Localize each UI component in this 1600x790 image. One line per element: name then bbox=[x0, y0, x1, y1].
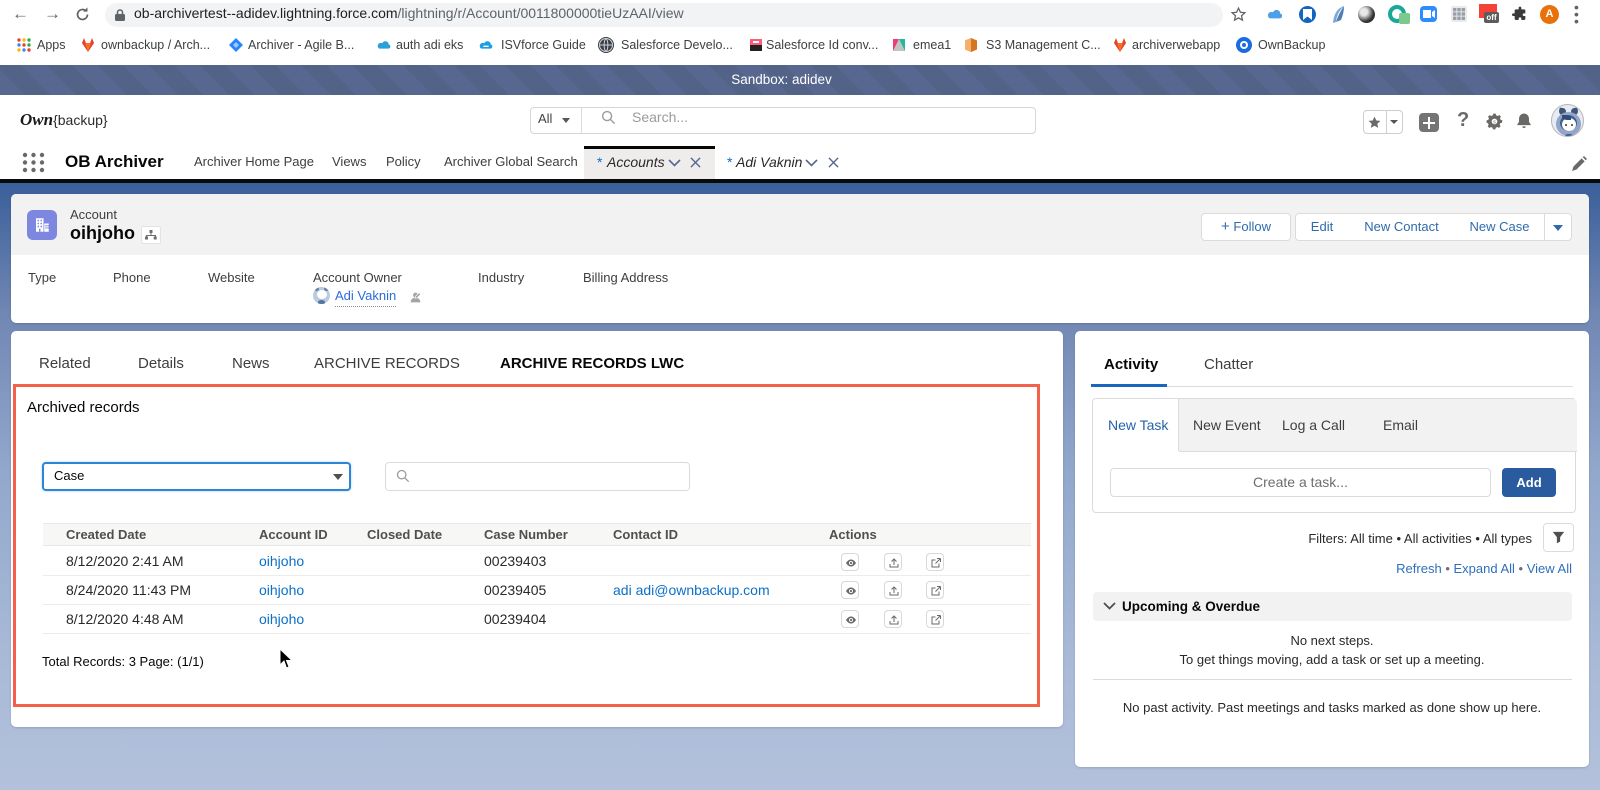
svg-text:s: s bbox=[1493, 119, 1496, 125]
